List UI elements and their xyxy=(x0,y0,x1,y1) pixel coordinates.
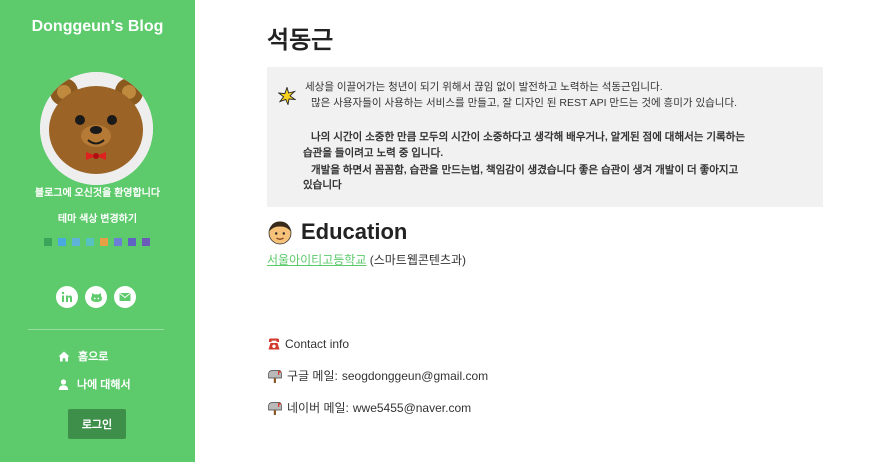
education-heading: Education xyxy=(267,219,407,245)
theme-swatch-2[interactable] xyxy=(58,238,66,246)
sidebar-item-label: 홈으로 xyxy=(78,351,109,363)
education-title: Education xyxy=(301,219,408,244)
intro-line: 나의 시간이 소중한 만큼 모두의 시간이 소중하다고 생각해 배우거나, 알게… xyxy=(311,131,745,143)
student-face-icon xyxy=(268,221,292,245)
sidebar-item-home[interactable]: 홈으로 xyxy=(58,348,108,364)
theme-swatch-5[interactable] xyxy=(100,238,108,246)
social-links xyxy=(56,286,136,308)
education-entry: 서울아이티고등학교 (스마트웹콘텐츠과) xyxy=(267,251,466,268)
home-icon xyxy=(58,351,70,361)
theme-swatch-7[interactable] xyxy=(128,238,136,246)
main-content: 석동근 세상을 이끌어가는 청년이 되기 위해서 끊임 없이 발전하고 노력하는… xyxy=(195,0,892,462)
intro-line: 많은 사용자들이 사용하는 서비스를 만들고, 잘 디자인 된 REST API… xyxy=(311,97,738,109)
linkedin-icon[interactable] xyxy=(56,286,78,308)
mailbox-icon xyxy=(268,401,282,415)
sidebar-item-label: 나에 대해서 xyxy=(77,379,131,391)
sidebar: Donggeun's Blog 블로그에 오신것을 환영합니다 테마 색상 변경… xyxy=(0,0,195,462)
contact-naver: 네이버 메일: wwe5455@naver.com xyxy=(267,399,471,416)
intro-box: 세상을 이끌어가는 청년이 되기 위해서 끊임 없이 발전하고 노력하는 석동근… xyxy=(267,67,823,207)
theme-swatch-6[interactable] xyxy=(114,238,122,246)
intro-line: 세상을 이끌어가는 청년이 되기 위해서 끊임 없이 발전하고 노력하는 석동근… xyxy=(305,81,663,93)
intro-line: 있습니다 xyxy=(303,179,342,191)
sidebar-item-about[interactable]: 나에 대해서 xyxy=(58,376,131,392)
blog-title[interactable]: Donggeun's Blog xyxy=(0,18,195,36)
welcome-text: 블로그에 오신것을 환영합니다 xyxy=(34,188,161,199)
theme-swatches xyxy=(44,238,150,246)
login-button[interactable]: 로그인 xyxy=(68,409,126,439)
naver-mail-address[interactable]: wwe5455@naver.com xyxy=(353,401,471,415)
github-icon[interactable] xyxy=(85,286,107,308)
school-link[interactable]: 서울아이티고등학교 xyxy=(267,253,366,267)
theme-swatch-8[interactable] xyxy=(142,238,150,246)
user-icon xyxy=(58,378,69,390)
avatar xyxy=(40,72,153,185)
theme-change-link[interactable]: 테마 색상 변경하기 xyxy=(0,210,195,225)
contact-heading-label: Contact info xyxy=(285,337,350,351)
contact-heading: Contact info xyxy=(267,337,349,351)
intro-line: 습관을 들이려고 노력 중 입니다. xyxy=(303,147,444,159)
telephone-icon xyxy=(268,338,280,350)
page-title: 석동근 xyxy=(267,27,334,54)
google-mail-label: 구글 메일: xyxy=(287,369,338,383)
naver-mail-label: 네이버 메일: xyxy=(287,401,349,415)
theme-swatch-3[interactable] xyxy=(72,238,80,246)
theme-swatch-4[interactable] xyxy=(86,238,94,246)
school-department: (스마트웹콘텐츠과) xyxy=(369,253,467,267)
google-mail-address[interactable]: seogdonggeun@gmail.com xyxy=(342,369,488,383)
intro-line: 개발을 하면서 꼼꼼함, 습관을 만드는법, 책임감이 생겼습니다 좋은 습관이… xyxy=(311,164,739,176)
sidebar-divider xyxy=(28,329,164,330)
mail-icon[interactable] xyxy=(114,286,136,308)
mailbox-icon xyxy=(268,369,282,383)
sparkle-icon xyxy=(277,86,297,110)
contact-google: 구글 메일: seogdonggeun@gmail.com xyxy=(267,367,488,384)
theme-swatch-1[interactable] xyxy=(44,238,52,246)
bear-avatar-icon xyxy=(40,72,153,185)
